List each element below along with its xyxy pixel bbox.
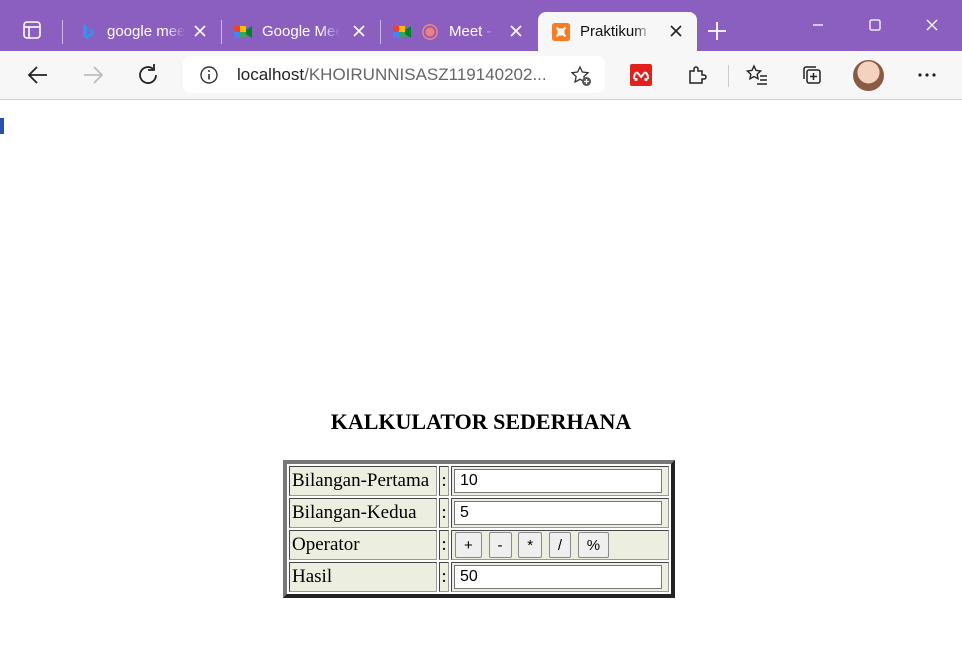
tab-title: Meet - — [449, 23, 492, 40]
operator-buttons: + - * / % — [451, 530, 669, 560]
minimize-icon[interactable] — [803, 10, 833, 40]
close-tab-icon[interactable] — [191, 22, 209, 40]
url-path: /KHOIRUNNISASZ119140202... — [304, 65, 547, 84]
back-button[interactable] — [24, 61, 52, 89]
tab-title: Google Meet — [262, 23, 340, 40]
navigation-toolbar: localhost/KHOIRUNNISASZ119140202... — [0, 51, 962, 100]
tab-google-meet[interactable]: Google Meet — [234, 12, 380, 51]
operator-label: Operator — [289, 530, 437, 560]
result-label: Hasil — [289, 562, 437, 592]
xampp-icon — [552, 22, 570, 41]
tab-praktikum[interactable]: Praktikum I — [538, 12, 697, 51]
favorites-button[interactable] — [743, 61, 771, 89]
second-number-label: Bilangan-Kedua — [289, 498, 437, 528]
tab-title: google meet — [107, 23, 185, 40]
tab-separator — [380, 20, 381, 44]
page-title: KALKULATOR SEDERHANA — [330, 409, 632, 434]
refresh-button[interactable] — [134, 61, 162, 89]
profile-avatar[interactable] — [853, 60, 884, 91]
divide-button[interactable]: / — [548, 532, 572, 558]
modulo-button[interactable]: % — [577, 532, 610, 558]
first-number-label: Bilangan-Pertama — [289, 466, 437, 496]
forward-arrow-icon — [84, 66, 104, 84]
colon-separator: : — [439, 562, 449, 592]
first-number-input[interactable] — [454, 469, 662, 493]
edge-indicator — [0, 118, 4, 134]
collections-button[interactable] — [798, 61, 826, 89]
back-arrow-icon — [27, 66, 47, 84]
colon-separator: : — [439, 498, 449, 528]
maximize-icon[interactable] — [860, 10, 890, 40]
forward-button[interactable] — [79, 61, 107, 89]
table-row: Operator : + - * / % — [289, 530, 669, 560]
close-window-icon[interactable] — [917, 10, 947, 40]
refresh-icon — [139, 64, 157, 84]
second-number-cell — [451, 498, 669, 528]
tab-separator — [62, 20, 63, 44]
google-meet-icon — [393, 23, 411, 41]
table-row: Bilangan-Pertama : — [289, 466, 669, 496]
tab-title: Praktikum I — [580, 23, 652, 40]
tab-meet-recording[interactable]: Meet - — [393, 12, 537, 51]
close-tab-icon[interactable] — [350, 22, 368, 40]
more-options-icon — [918, 73, 936, 77]
url-text: localhost/KHOIRUNNISASZ119140202... — [237, 65, 547, 85]
add-button[interactable]: + — [455, 532, 482, 558]
settings-menu-button[interactable] — [913, 61, 941, 89]
result-cell — [451, 562, 669, 592]
add-favorite-icon[interactable] — [569, 64, 593, 88]
puzzle-icon — [689, 66, 707, 84]
bing-icon — [79, 23, 97, 41]
tab-strip: google meet Google Meet Meet - Praktikum… — [0, 0, 962, 51]
mendeley-extension-button[interactable] — [627, 61, 655, 89]
tab-separator — [221, 20, 222, 44]
recording-indicator-icon — [421, 23, 439, 41]
new-tab-icon[interactable] — [704, 18, 730, 44]
table-row: Bilangan-Kedua : — [289, 498, 669, 528]
google-meet-icon — [234, 23, 252, 41]
first-number-cell — [451, 466, 669, 496]
subtract-button[interactable]: - — [488, 532, 512, 558]
tab-google-search[interactable]: google meet — [79, 12, 221, 51]
favorites-list-icon — [745, 64, 767, 85]
collections-icon — [803, 66, 821, 84]
url-host: localhost — [237, 65, 305, 84]
tab-actions-icon[interactable] — [22, 20, 42, 40]
site-info-icon[interactable] — [199, 65, 219, 85]
colon-separator: : — [439, 466, 449, 496]
table-row: Hasil : — [289, 562, 669, 592]
close-tab-icon[interactable] — [667, 22, 685, 40]
close-tab-icon[interactable] — [507, 22, 525, 40]
calculator-table: Bilangan-Pertama : Bilangan-Kedua : Oper… — [283, 460, 675, 598]
multiply-button[interactable]: * — [518, 532, 543, 558]
toolbar-divider — [728, 65, 729, 87]
second-number-input[interactable] — [454, 501, 662, 525]
colon-separator: : — [439, 530, 449, 560]
address-bar[interactable]: localhost/KHOIRUNNISASZ119140202... — [183, 56, 605, 93]
result-input[interactable] — [454, 565, 662, 589]
extensions-button[interactable] — [683, 61, 711, 89]
mendeley-icon — [630, 64, 652, 86]
